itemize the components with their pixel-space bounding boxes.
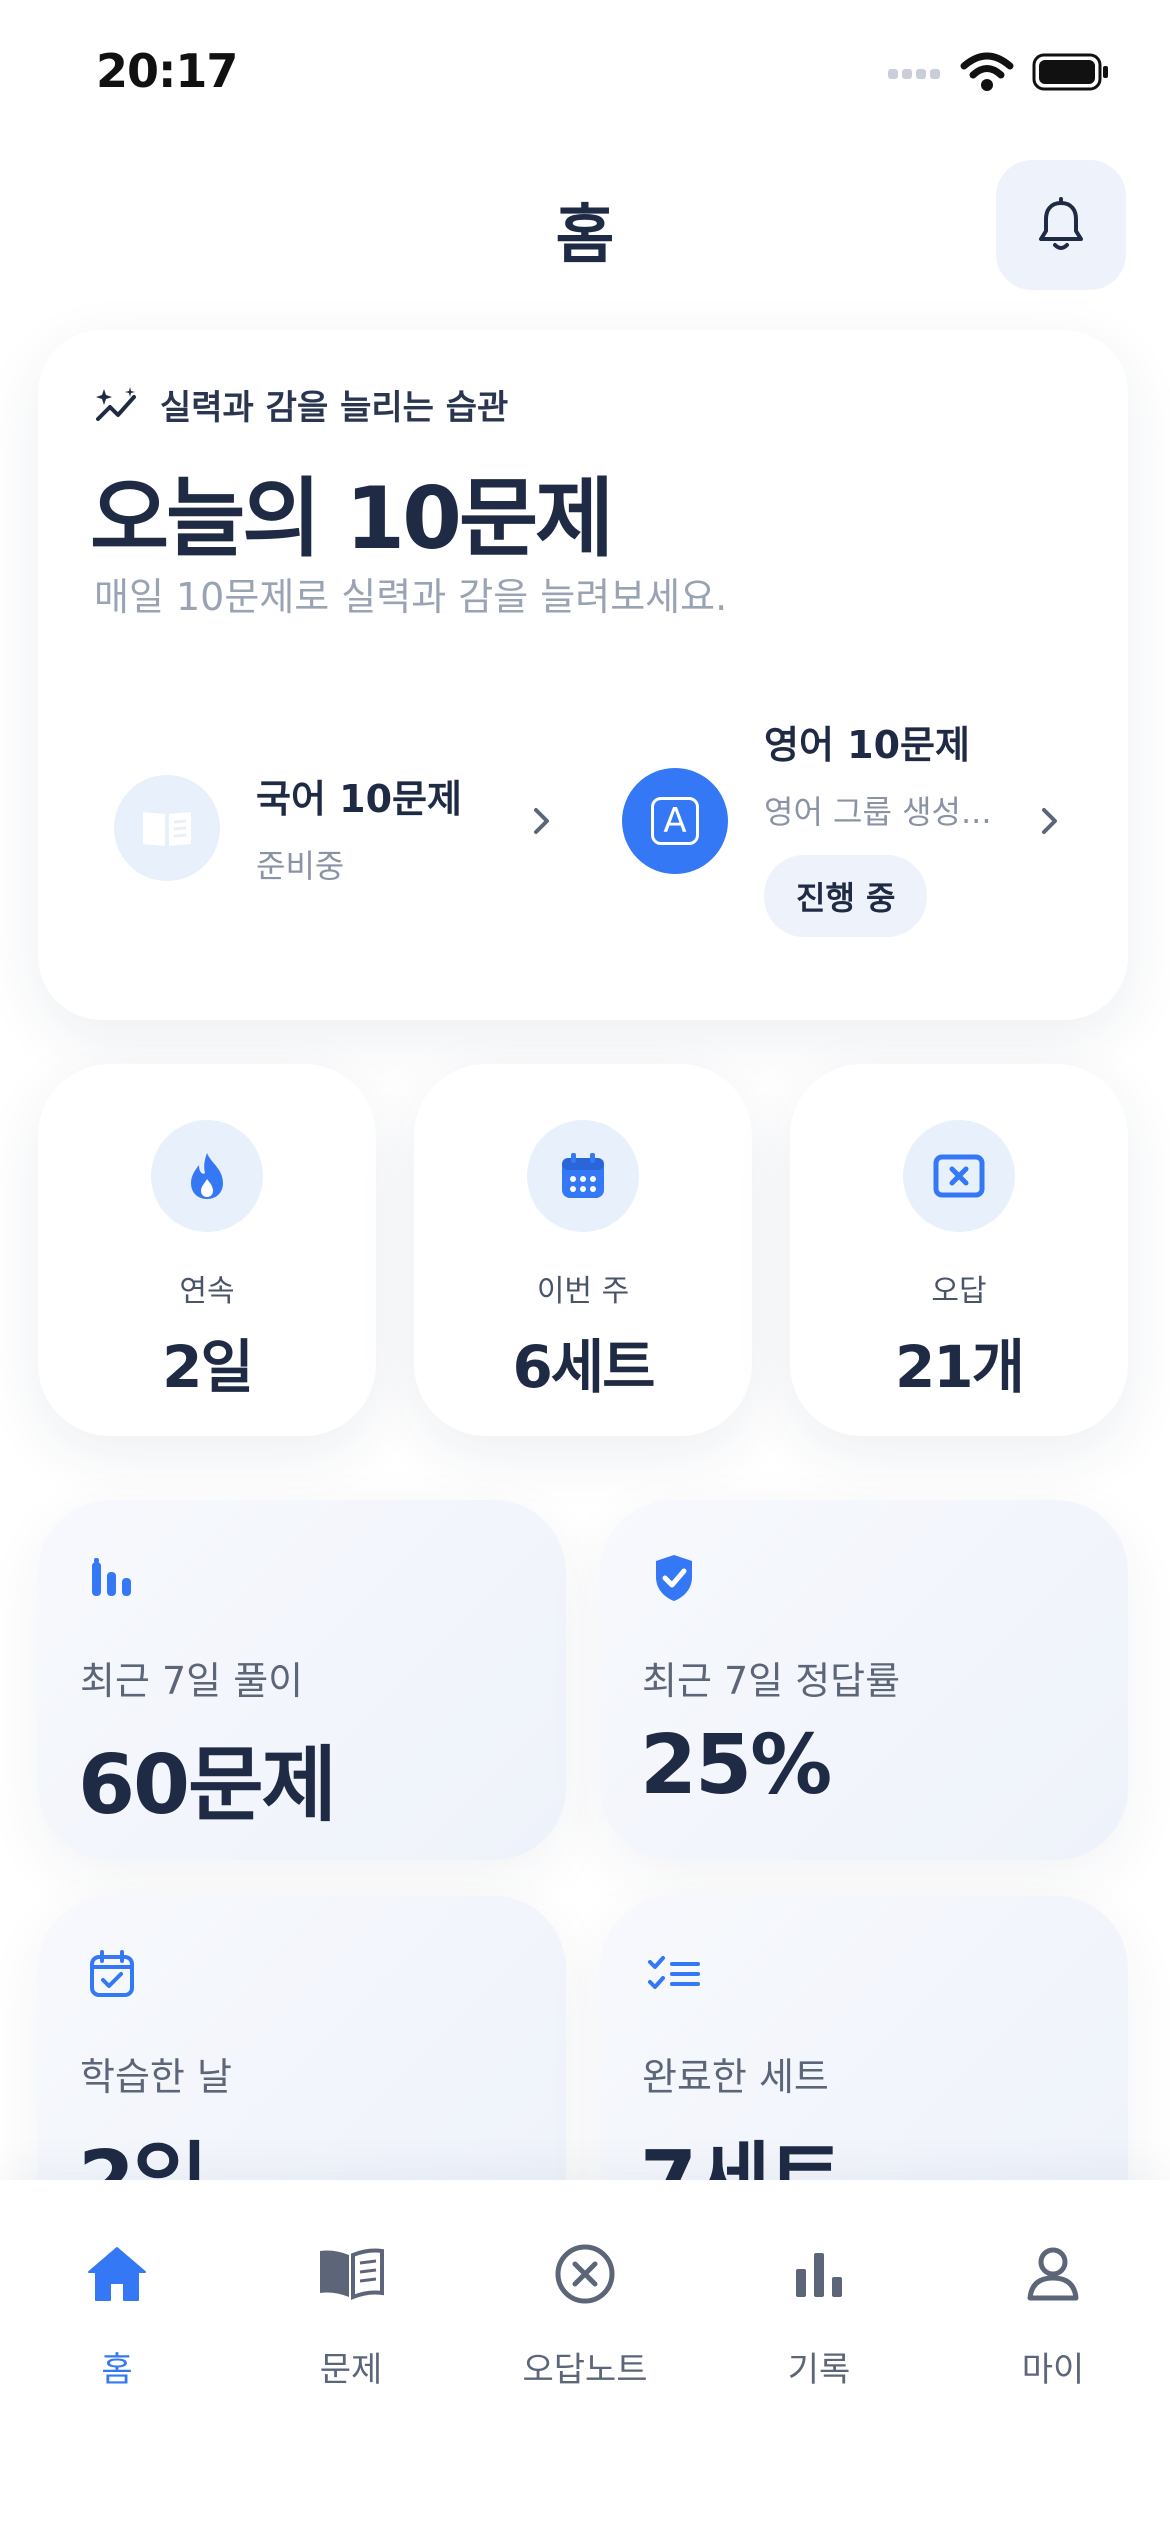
calendar-icon [562, 1153, 604, 1198]
notification-button[interactable] [996, 160, 1126, 290]
signal-icon [888, 69, 940, 79]
tab-records-label: 기록 [787, 2350, 851, 2390]
calendar-check-icon [90, 1950, 134, 1997]
course-korean-title: 국어 10문제 [256, 777, 462, 821]
bell-icon [1039, 197, 1083, 250]
tab-my-label: 마이 [1021, 2350, 1085, 2390]
course-korean-status: 준비중 [256, 847, 345, 885]
stat-streak-value: 2일 [162, 1333, 254, 1401]
flame-icon [191, 1153, 223, 1199]
page-title: 홈 [555, 199, 615, 273]
status-time: 20:17 [96, 44, 238, 98]
letter-a-icon: A [651, 797, 699, 845]
course-english-icon-wrap: A [622, 768, 728, 874]
header: 홈 [0, 150, 1170, 300]
stat-wrong-label: 오답 [931, 1274, 987, 1309]
x-square-icon [933, 1154, 985, 1198]
stat-card-this-week[interactable]: 이번 주 6세트 [414, 1064, 752, 1436]
sparkle-icon [96, 386, 136, 421]
stat-card-wrong-answers[interactable]: 오답 21개 [790, 1064, 1128, 1436]
stat-week-value: 6세트 [512, 1333, 655, 1401]
eyebrow: 실력과 감을 늘리는 습관 [94, 380, 508, 429]
tab-wrong-note-label: 오답노트 [522, 2350, 648, 2390]
metric-solved-value: 60문제 [78, 1738, 337, 1833]
status-icons [888, 52, 1110, 92]
book-icon [143, 811, 191, 846]
stat-week-icon-wrap [527, 1120, 639, 1232]
stat-card-streak[interactable]: 연속 2일 [38, 1064, 376, 1436]
metric-days-label: 학습한 날 [80, 2055, 232, 2099]
metric-accuracy-value: 25% [640, 1718, 832, 1813]
chevron-right-icon [534, 808, 549, 834]
wifi-icon [960, 52, 1014, 91]
stat-week-label: 이번 주 [536, 1274, 630, 1309]
course-english[interactable]: A 영어 10문제 영어 그룹 생성... 진행 중 [622, 714, 1082, 937]
course-english-status: 영어 그룹 생성... [764, 793, 992, 831]
tab-problems-label: 문제 [319, 2350, 383, 2390]
home-screen: 20:17 홈 실력과 감을 늘리는 습관 오늘의 10문제 매일 10문제로 … [0, 0, 1170, 2532]
tab-home[interactable]: 홈 [0, 2234, 234, 2414]
metric-solved-icon-wrap [84, 1550, 140, 1606]
bar-chart-icon [779, 2234, 859, 2314]
metric-sets-icon-wrap [646, 1946, 702, 2002]
chevron-right-icon [1042, 808, 1057, 834]
tab-bar: 홈 문제 오답노트 기록 마이 [0, 2180, 1170, 2532]
stat-streak-icon-wrap [151, 1120, 263, 1232]
book-open-icon [311, 2234, 391, 2314]
user-icon [1013, 2234, 1093, 2314]
tab-home-label: 홈 [101, 2350, 133, 2390]
bars-icon [92, 1558, 131, 1596]
course-korean[interactable]: 국어 10문제 준비중 [114, 768, 574, 887]
metric-days-icon-wrap [84, 1946, 140, 2002]
checklist-icon [648, 1956, 700, 1989]
today-problems-card: 실력과 감을 늘리는 습관 오늘의 10문제 매일 10문제로 실력과 감을 늘… [38, 330, 1128, 1020]
battery-icon [1032, 53, 1108, 91]
tab-problems[interactable]: 문제 [234, 2234, 468, 2414]
eyebrow-text: 실력과 감을 늘리는 습관 [160, 388, 509, 428]
tab-my[interactable]: 마이 [936, 2234, 1170, 2414]
metric-card-accuracy-7d[interactable]: 최근 7일 정답률 25% [600, 1500, 1128, 1860]
stat-streak-label: 연속 [179, 1274, 235, 1309]
in-progress-pill: 진행 중 [764, 855, 928, 937]
tab-wrong-note[interactable]: 오답노트 [468, 2234, 702, 2414]
today-subtitle: 매일 10문제로 실력과 감을 늘려보세요. [94, 575, 728, 619]
stat-wrong-icon-wrap [903, 1120, 1015, 1232]
metric-solved-label: 최근 7일 풀이 [80, 1659, 304, 1703]
home-icon [77, 2234, 157, 2314]
status-bar: 20:17 [0, 0, 1170, 140]
today-title: 오늘의 10문제 [90, 469, 614, 569]
metric-card-solved-7d[interactable]: 최근 7일 풀이 60문제 [38, 1500, 566, 1860]
stat-wrong-value: 21개 [894, 1333, 1025, 1401]
metric-accuracy-icon-wrap [646, 1550, 702, 1606]
tab-records[interactable]: 기록 [702, 2234, 936, 2414]
course-english-title: 영어 10문제 [764, 723, 970, 767]
course-korean-icon-wrap [114, 774, 220, 881]
shield-check-icon [656, 1555, 692, 1601]
metric-accuracy-label: 최근 7일 정답률 [642, 1659, 901, 1703]
x-circle-icon [545, 2234, 625, 2314]
metric-sets-label: 완료한 세트 [642, 2055, 829, 2099]
